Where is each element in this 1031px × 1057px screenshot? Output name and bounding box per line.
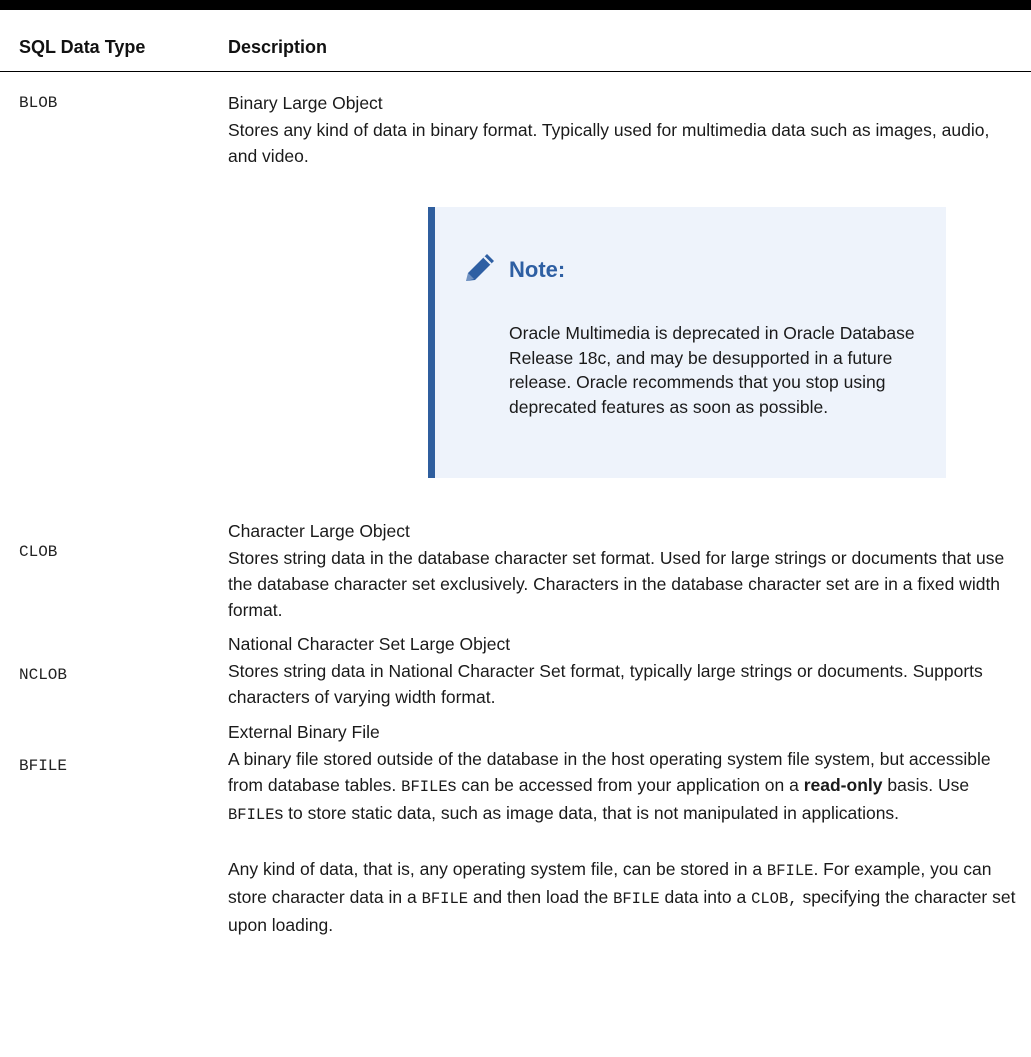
- row-nclob-body: Stores string data in National Character…: [228, 661, 983, 707]
- note-callout: Note: Oracle Multimedia is deprecated in…: [428, 207, 946, 478]
- header-rule: [0, 71, 1031, 72]
- row-blob-title: Binary Large Object: [228, 93, 383, 113]
- row-bfile-title: External Binary File: [228, 722, 380, 742]
- column-header-description: Description: [228, 37, 328, 57]
- row-clob-title: Character Large Object: [228, 521, 410, 541]
- row-nclob-title: National Character Set Large Object: [228, 634, 511, 654]
- row-bfile-type: BFILE: [19, 757, 68, 775]
- note-body: Oracle Multimedia is deprecated in Oracl…: [509, 323, 915, 417]
- column-header-type: SQL Data Type: [19, 37, 146, 57]
- row-blob-body: Stores any kind of data in binary format…: [228, 120, 990, 166]
- row-nclob-type: NCLOB: [19, 666, 68, 684]
- row-bfile-body-2: Any kind of data, that is, any operating…: [228, 859, 1016, 935]
- pencil-icon: [466, 254, 494, 281]
- document-page: SQL Data Type Description BLOB Binary La…: [0, 0, 1031, 1057]
- row-bfile-body-1: A binary file stored outside of the data…: [228, 749, 991, 824]
- note-title: Note:: [509, 257, 566, 282]
- row-clob-body: Stores string data in the database chara…: [228, 548, 1005, 620]
- row-clob-type: CLOB: [19, 543, 58, 561]
- top-rule: [0, 0, 1031, 10]
- row-blob-type: BLOB: [19, 94, 58, 112]
